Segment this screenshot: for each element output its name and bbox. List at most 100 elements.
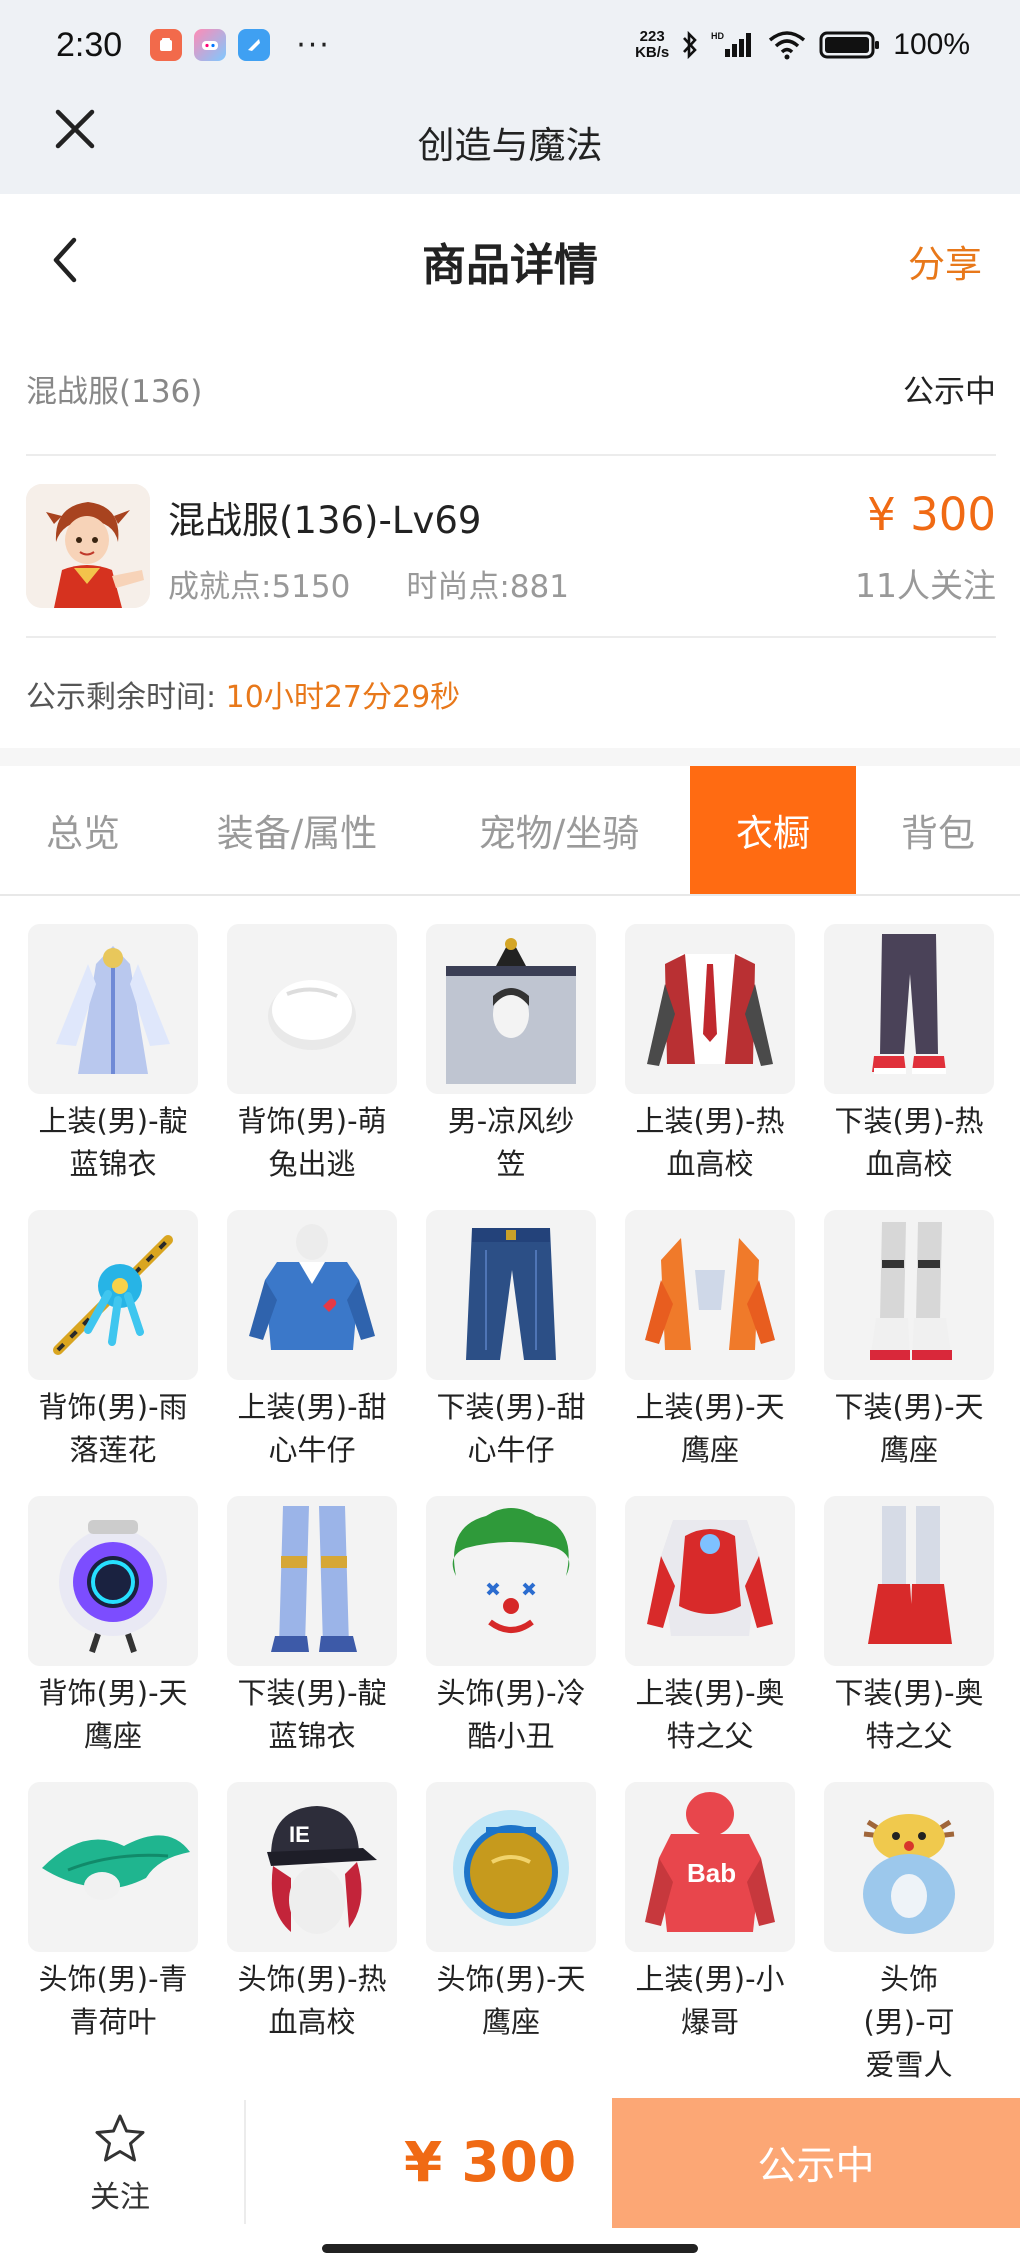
wardrobe-item[interactable]: 下装(男)-靛 蓝锦衣 [225,1496,399,1778]
wardrobe-item-label-line: 下装(男)-热 [834,1104,984,1138]
wardrobe-item-label-line: 血高校 [268,2005,356,2039]
wardrobe-item-thumb [426,1782,596,1952]
character-avatar [26,484,150,608]
wardrobe-item-thumb [625,1496,795,1666]
wardrobe-item-label-line: 血高校 [865,1147,953,1181]
wardrobe-item[interactable]: 头饰(男)-青 青荷叶 [26,1782,200,2064]
wifi-icon [769,31,806,60]
pants-icon [824,924,994,1094]
back-icon[interactable] [44,232,84,288]
follow-button[interactable]: 关注 [60,2112,180,2215]
wardrobe-item[interactable]: 头饰(男)-冷 酷小丑 [424,1496,598,1778]
wardrobe-item-label-line: 下装(男)-天 [834,1390,984,1424]
more-notifications-icon: ··· [296,27,331,63]
jeans-icon [426,1210,596,1380]
app-header: 创造与魔法 [0,90,1020,194]
helmet-icon [426,1782,596,1952]
wardrobe-item[interactable]: 头饰(男)-天 鹰座 [424,1782,598,2064]
network-speed-value: 223 [639,28,665,45]
wardrobe-item[interactable]: IE 头饰(男)-热 血高校 [225,1782,399,2064]
wardrobe-item-label: 下装(男)-天 鹰座 [814,1386,1004,1472]
wardrobe-item[interactable]: 背饰(男)-雨 落莲花 [26,1210,200,1492]
wardrobe-item-label: 上装(男)-甜 心牛仔 [217,1386,407,1472]
wardrobe-item-label-line: 鹰座 [481,2005,540,2039]
veil-hat-icon [426,924,596,1094]
wardrobe-item-thumb [625,1210,795,1380]
network-speed: 223 KB/s [635,29,669,61]
robe-icon [28,924,198,1094]
tab-overview[interactable]: 总览 [0,766,166,894]
wardrobe-item[interactable]: 头饰 (男)-可 爱雪人 [822,1782,996,2082]
bunny-icon [227,924,397,1094]
wardrobe-item-label-line: 血高校 [666,1147,754,1181]
wardrobe-item[interactable]: 上装(男)-靛 蓝锦衣 [26,924,200,1206]
divider [244,2100,246,2224]
mech-pack-icon [28,1496,198,1666]
wardrobe-item-thumb [824,1782,994,1952]
wardrobe-item[interactable]: 背饰(男)-天 鹰座 [26,1496,200,1778]
home-indicator[interactable] [322,2244,698,2253]
listing-price: ¥ 300 [867,488,996,541]
tab-equipment[interactable]: 装备/属性 [166,766,428,894]
wardrobe-item-label: 上装(男)-热 血高校 [615,1100,805,1186]
listing-name: 混战服(136)-Lv69 [168,499,482,542]
page-header: 商品详情 [0,194,1020,328]
tab-wardrobe[interactable]: 衣橱 [690,766,856,894]
fashion-points: 时尚点:881 [406,569,569,605]
divider [26,454,996,456]
browser-app-icon [238,29,271,61]
hero-suit-icon [625,1496,795,1666]
wardrobe-item-thumb [28,924,198,1094]
wardrobe-item-thumb [426,1210,596,1380]
wardrobe-item-label-line: 头饰(男)-天 [436,1962,586,1996]
wardrobe-item-label-line: 背饰(男)-天 [38,1676,188,1710]
wardrobe-item[interactable]: Bab 上装(男)-小 爆哥 [623,1782,797,2064]
wardrobe-item-label: 头饰(男)-冷 酷小丑 [416,1672,606,1758]
wardrobe-item-label-line: 头饰(男)-冷 [436,1676,586,1710]
listing-status: 公示中 [903,374,996,410]
star-icon [95,2114,145,2162]
wardrobe-item[interactable]: 下装(男)-热 血高校 [822,924,996,1206]
game-app-icon [194,29,227,61]
wardrobe-item[interactable]: 男-凉风纱笠 [424,924,598,1206]
countdown-label: 公示剩余时间: [26,680,217,715]
hoodie-icon: Bab [625,1782,795,1952]
close-icon[interactable] [50,104,100,154]
follow-label: 关注 [90,2180,150,2215]
wardrobe-item[interactable]: 背饰(男)-萌 兔出逃 [225,924,399,1206]
wardrobe-item-label-line: 下装(男)-奥 [834,1676,984,1710]
status-time: 2:30 [56,25,123,64]
wardrobe-item[interactable]: 上装(男)-热 血高校 [623,924,797,1206]
bottom-price: ¥ 300 [404,2130,577,2194]
status-app-icons: ··· [150,28,331,63]
wardrobe-item[interactable]: 上装(男)-甜 心牛仔 [225,1210,399,1492]
server-row: 混战服(136) 公示中 [26,366,996,411]
wardrobe-item-label-line: 鹰座 [879,1433,938,1467]
wardrobe-item[interactable]: 下装(男)-奥 特之父 [822,1496,996,1778]
app-title: 创造与魔法 [417,124,603,167]
wardrobe-item-label-line: 下装(男)-靛 [237,1676,387,1710]
wardrobe-item-thumb [227,924,397,1094]
tab-pets-mounts[interactable]: 宠物/坐骑 [428,766,690,894]
wardrobe-item-label: 下装(男)-热 血高校 [814,1100,1004,1186]
wardrobe-item-thumb [625,924,795,1094]
tab-backpack[interactable]: 背包 [856,766,1020,894]
wardrobe-item-label: 下装(男)-靛 蓝锦衣 [217,1672,407,1758]
wardrobe-item-label-line: 男-凉风纱 [447,1104,575,1138]
wardrobe-item-label: 上装(男)-靛 蓝锦衣 [18,1100,208,1186]
wardrobe-item-label: 背饰(男)-雨 落莲花 [18,1386,208,1472]
wardrobe-item-label-line: 青荷叶 [69,2005,157,2039]
clown-mask-icon [426,1496,596,1666]
wardrobe-item-label-line: 头饰(男)-青 [38,1962,188,1996]
wardrobe-item-label-line: 爆哥 [680,2005,739,2039]
wardrobe-item[interactable]: 上装(男)-奥 特之父 [623,1496,797,1778]
status-action-button[interactable]: 公示中 [612,2098,1020,2228]
wardrobe-item[interactable]: 上装(男)-天 鹰座 [623,1210,797,1492]
wardrobe-item[interactable]: 下装(男)-天 鹰座 [822,1210,996,1492]
server-name: 混战服(136) [26,374,203,410]
wardrobe-item[interactable]: 下装(男)-甜 心牛仔 [424,1210,598,1492]
share-button[interactable]: 分享 [908,234,982,288]
status-bar: 2:30 ··· 223 KB/s HD 100% [0,0,1020,90]
wardrobe-item-label-line: 下装(男)-甜 [436,1390,586,1424]
svg-text:HD: HD [711,31,724,41]
